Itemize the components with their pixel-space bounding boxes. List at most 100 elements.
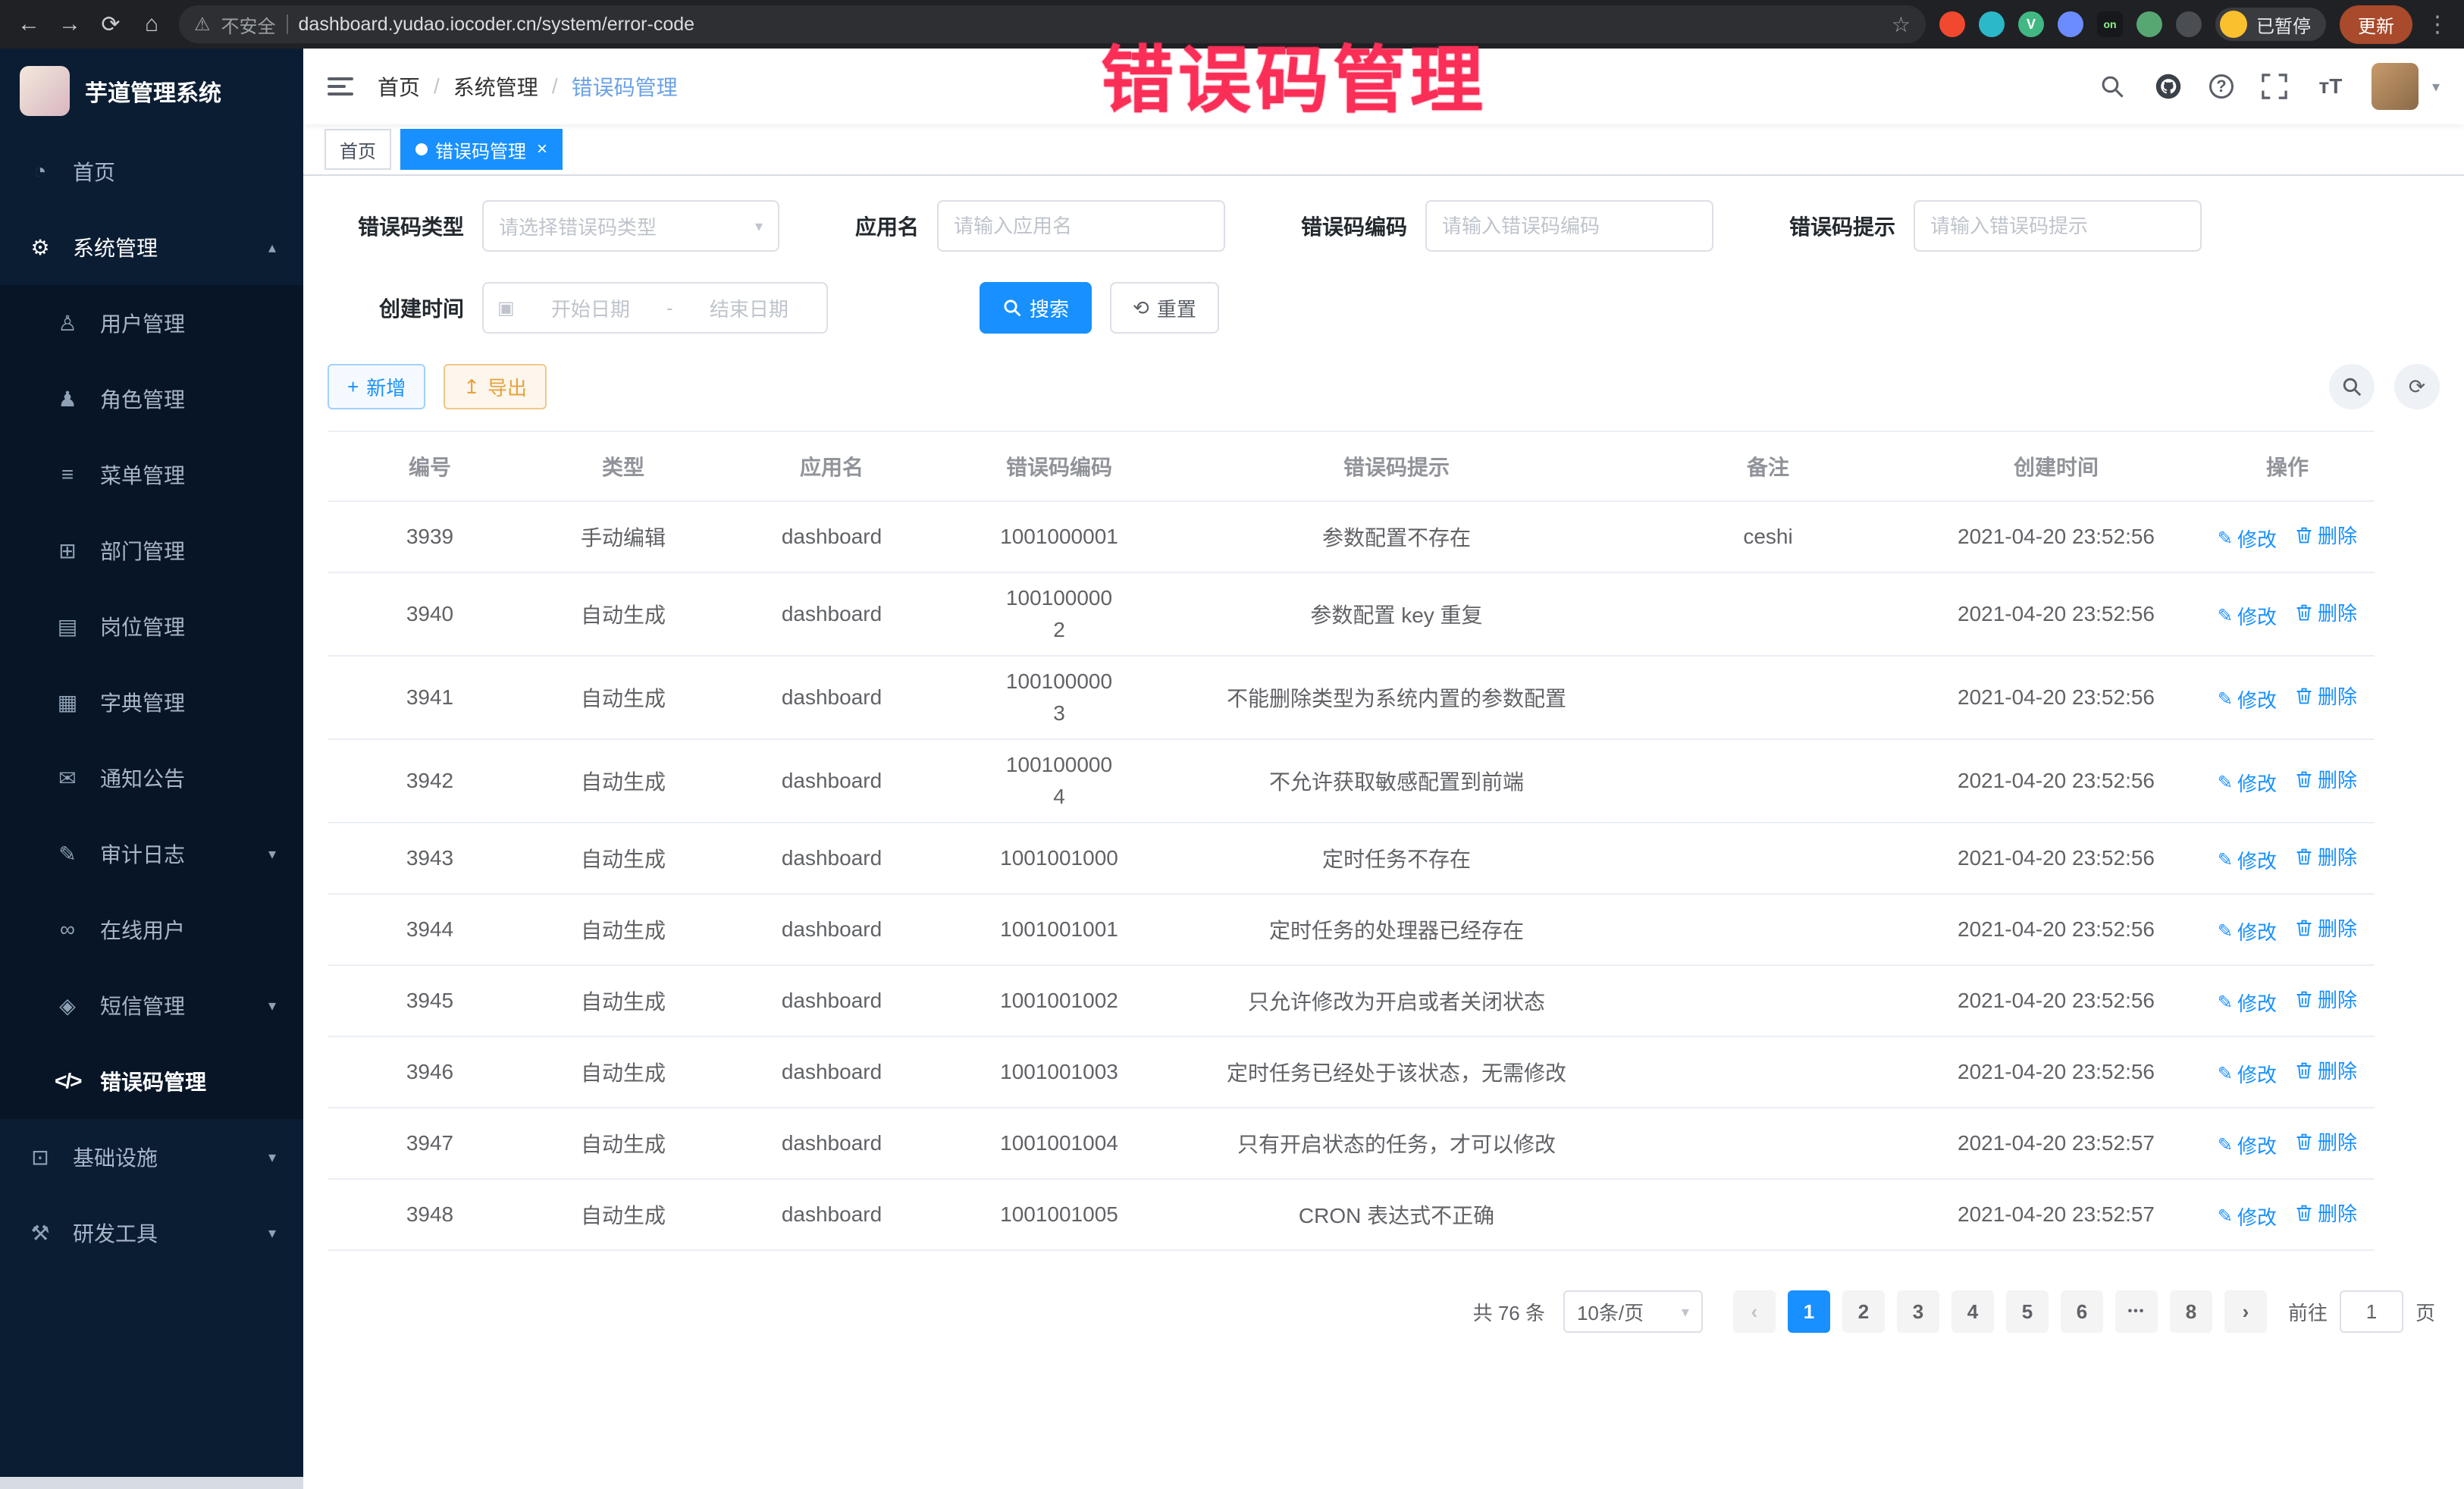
- delete-link[interactable]: 删除: [2295, 598, 2357, 626]
- sidebar-item-system-management[interactable]: ⚙ 系统管理 ▴: [0, 209, 303, 285]
- tab-error-code-management[interactable]: 错误码管理 ×: [400, 129, 563, 170]
- select-placeholder: 请选择错误码类型: [499, 212, 657, 240]
- font-size-icon[interactable]: тT: [2315, 71, 2346, 102]
- sidebar-item-audit-log[interactable]: ✎ 审计日志 ▾: [0, 816, 303, 892]
- column-header-app: 应用名: [714, 431, 949, 501]
- more-pages-button[interactable]: •••: [2115, 1290, 2158, 1333]
- sidebar-item-post-management[interactable]: ▤ 岗位管理: [0, 588, 303, 664]
- fullscreen-icon[interactable]: [2259, 71, 2290, 102]
- app-name-input[interactable]: [937, 200, 1225, 252]
- home-icon[interactable]: ⌂: [138, 11, 165, 37]
- application-window: 错误码管理 ← → ⟳ ⌂ ⚠ 不安全 dashboard.yudao.ioco…: [0, 0, 2464, 1489]
- delete-link[interactable]: 删除: [2295, 521, 2357, 549]
- search-icon[interactable]: [2097, 71, 2127, 102]
- forward-icon[interactable]: →: [56, 11, 83, 37]
- sidebar-item-sms-management[interactable]: ◈ 短信管理 ▾: [0, 967, 303, 1043]
- user-avatar[interactable]: [2372, 63, 2419, 110]
- error-code-type-select[interactable]: 请选择错误码类型 ▾: [482, 200, 779, 252]
- browser-menu-icon[interactable]: ⋮: [2426, 11, 2449, 38]
- delete-link[interactable]: 删除: [2295, 842, 2357, 870]
- sidebar-fold-icon[interactable]: [328, 77, 353, 96]
- github-icon[interactable]: [2153, 71, 2183, 102]
- pin-icon[interactable]: [2176, 11, 2202, 37]
- page-button-5[interactable]: 5: [2006, 1290, 2049, 1333]
- reload-icon[interactable]: ⟳: [97, 11, 124, 38]
- cell-hint: 只允许修改为开启或者关闭状态: [1169, 965, 1624, 1036]
- table-header-row: 编号 类型 应用名 错误码编码 错误码提示 备注 创建时间 操作: [328, 431, 2375, 501]
- back-icon[interactable]: ←: [15, 11, 42, 37]
- edit-link[interactable]: ✎修改: [2218, 602, 2277, 630]
- sidebar-item-home[interactable]: ◔ 首页: [0, 133, 303, 209]
- toggle-search-button[interactable]: [2329, 364, 2375, 409]
- edit-link[interactable]: ✎修改: [2218, 1060, 2277, 1088]
- edit-link[interactable]: ✎修改: [2218, 1202, 2277, 1230]
- browser-update-button[interactable]: 更新: [2340, 5, 2412, 44]
- error-code-input[interactable]: [1425, 200, 1713, 252]
- security-warning-icon: ⚠: [194, 14, 211, 36]
- next-page-button[interactable]: ›: [2224, 1290, 2267, 1333]
- sidebar-item-dev-tools[interactable]: ⚒ 研发工具 ▾: [0, 1195, 303, 1271]
- breadcrumb-system[interactable]: 系统管理: [453, 71, 538, 102]
- edit-link[interactable]: ✎修改: [2218, 525, 2277, 553]
- sidebar-item-error-code-management[interactable]: </> 错误码管理: [0, 1043, 303, 1119]
- export-button[interactable]: ↥ 导出: [444, 364, 547, 409]
- address-bar[interactable]: ⚠ 不安全 dashboard.yudao.iocoder.cn/system/…: [179, 5, 1926, 43]
- edit-link[interactable]: ✎修改: [2218, 917, 2277, 945]
- page-button-6[interactable]: 6: [2061, 1290, 2103, 1333]
- omnibox-divider: [287, 14, 288, 34]
- delete-link[interactable]: 删除: [2295, 1127, 2357, 1155]
- search-button[interactable]: 搜索: [980, 282, 1092, 334]
- sidebar-item-online-users[interactable]: ∞ 在线用户: [0, 892, 303, 967]
- page-button-3[interactable]: 3: [1897, 1290, 1939, 1333]
- delete-link[interactable]: 删除: [2295, 1056, 2357, 1084]
- add-button[interactable]: + 新增: [328, 364, 425, 409]
- page-button-2[interactable]: 2: [1842, 1290, 1885, 1333]
- page-size-select[interactable]: 10条/页 ▾: [1563, 1290, 1703, 1333]
- chevron-up-icon: ▴: [268, 238, 276, 257]
- cell-app: dashboard: [714, 1179, 949, 1250]
- delete-link[interactable]: 删除: [2295, 682, 2357, 710]
- edit-link[interactable]: ✎修改: [2218, 989, 2277, 1017]
- page-button-8[interactable]: 8: [2170, 1290, 2212, 1333]
- sidebar-item-dept-management[interactable]: ⊞ 部门管理: [0, 513, 303, 588]
- sidebar-item-menu-management[interactable]: ≡ 菜单管理: [0, 437, 303, 513]
- sidebar-item-notice[interactable]: ✉ 通知公告: [0, 740, 303, 816]
- delete-link[interactable]: 删除: [2295, 985, 2357, 1013]
- close-icon[interactable]: ×: [537, 139, 547, 160]
- edit-link[interactable]: ✎修改: [2218, 846, 2277, 874]
- colorpicker-extension-icon[interactable]: [1979, 11, 2005, 37]
- edit-link[interactable]: ✎修改: [2218, 769, 2277, 797]
- sidebar-item-user-management[interactable]: ♙ 用户管理: [0, 285, 303, 361]
- delete-link[interactable]: 删除: [2295, 914, 2357, 942]
- edit-link[interactable]: ✎修改: [2218, 685, 2277, 713]
- create-time-range-picker[interactable]: ▣ 开始日期 - 结束日期: [482, 282, 828, 334]
- breadcrumb-home[interactable]: 首页: [378, 71, 420, 102]
- sidebar-item-role-management[interactable]: ♟ 角色管理: [0, 361, 303, 437]
- browser-profile-chip[interactable]: 已暂停: [2215, 8, 2326, 41]
- goto-page-input[interactable]: [2340, 1290, 2403, 1333]
- prev-page-button[interactable]: ‹: [1733, 1290, 1776, 1333]
- sidebar-item-dict-management[interactable]: ▦ 字典管理: [0, 664, 303, 740]
- cell-remark: [1624, 823, 1912, 894]
- help-icon[interactable]: ?: [2209, 74, 2234, 99]
- vpn-extension-icon[interactable]: on: [2097, 11, 2123, 37]
- refresh-button[interactable]: ⟳: [2394, 364, 2440, 409]
- online-icon: ∞: [55, 917, 80, 942]
- adblock-extension-icon[interactable]: [1939, 11, 1965, 37]
- page-button-1[interactable]: 1: [1788, 1290, 1830, 1333]
- edit-icon: ✎: [2218, 1205, 2233, 1227]
- cell-app: dashboard: [714, 965, 949, 1036]
- tab-home[interactable]: 首页: [324, 129, 391, 170]
- delete-link[interactable]: 删除: [2295, 765, 2357, 793]
- delete-link[interactable]: 删除: [2295, 1199, 2357, 1227]
- error-hint-input[interactable]: [1914, 200, 2202, 252]
- chevron-down-icon[interactable]: ▾: [2432, 77, 2440, 96]
- reset-button[interactable]: ⟲ 重置: [1110, 282, 1219, 334]
- edit-link[interactable]: ✎修改: [2218, 1131, 2277, 1159]
- leaf-extension-icon[interactable]: [2136, 11, 2162, 37]
- vue-devtools-extension-icon[interactable]: V: [2018, 11, 2044, 37]
- bookmark-star-icon[interactable]: ☆: [1892, 12, 1911, 37]
- page-button-4[interactable]: 4: [1951, 1290, 1994, 1333]
- sidebar-item-infrastructure[interactable]: ⊡ 基础设施 ▾: [0, 1119, 303, 1195]
- grid-extension-icon[interactable]: [2058, 11, 2083, 37]
